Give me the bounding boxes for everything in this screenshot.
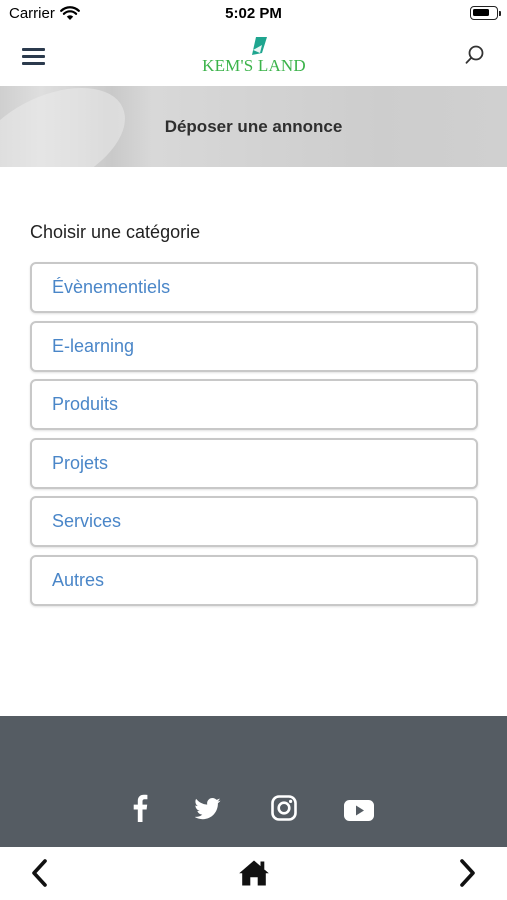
facebook-icon[interactable] bbox=[131, 794, 149, 827]
category-button-autres[interactable]: Autres bbox=[30, 554, 478, 606]
home-icon[interactable] bbox=[238, 859, 270, 892]
battery-icon bbox=[470, 6, 501, 20]
search-icon[interactable] bbox=[463, 43, 487, 67]
instagram-icon[interactable] bbox=[271, 795, 297, 826]
youtube-icon[interactable] bbox=[344, 800, 374, 826]
category-label: Services bbox=[52, 511, 122, 532]
category-button-evenementiels[interactable]: Évènementiels bbox=[30, 262, 478, 313]
logo-text: KEM'S LAND bbox=[202, 56, 306, 75]
chevron-left-icon[interactable] bbox=[30, 859, 50, 892]
bottom-nav bbox=[0, 847, 507, 900]
footer bbox=[0, 716, 507, 847]
page-title: Déposer une annonce bbox=[164, 117, 343, 136]
section-label: Choisir une catégorie bbox=[30, 222, 201, 242]
category-button-e-learning[interactable]: E-learning bbox=[30, 320, 478, 372]
category-button-produits[interactable]: Produits bbox=[30, 379, 478, 431]
category-button-projets[interactable]: Projets bbox=[30, 437, 478, 489]
twitter-icon[interactable] bbox=[194, 798, 221, 825]
status-bar: Carrier 5:02 PM bbox=[0, 0, 507, 28]
chevron-right-icon[interactable] bbox=[457, 859, 477, 892]
category-button-services[interactable]: Services bbox=[30, 496, 478, 548]
category-label: Évènementiels bbox=[52, 277, 171, 297]
category-label: Produits bbox=[52, 394, 119, 415]
category-label: Autres bbox=[52, 569, 105, 590]
category-label: E-learning bbox=[52, 335, 135, 356]
hero-banner: Déposer une annonce bbox=[0, 86, 507, 167]
category-list: Évènementiels E-learning Produits Projet… bbox=[30, 262, 478, 614]
clock: 5:02 PM bbox=[225, 5, 282, 22]
hamburger-menu-icon[interactable] bbox=[22, 44, 48, 66]
app-logo: KEM'S LAND bbox=[198, 34, 310, 82]
category-label: Projets bbox=[52, 452, 109, 473]
app-header: KEM'S LAND bbox=[0, 28, 507, 86]
logo-mark-icon bbox=[252, 37, 267, 55]
